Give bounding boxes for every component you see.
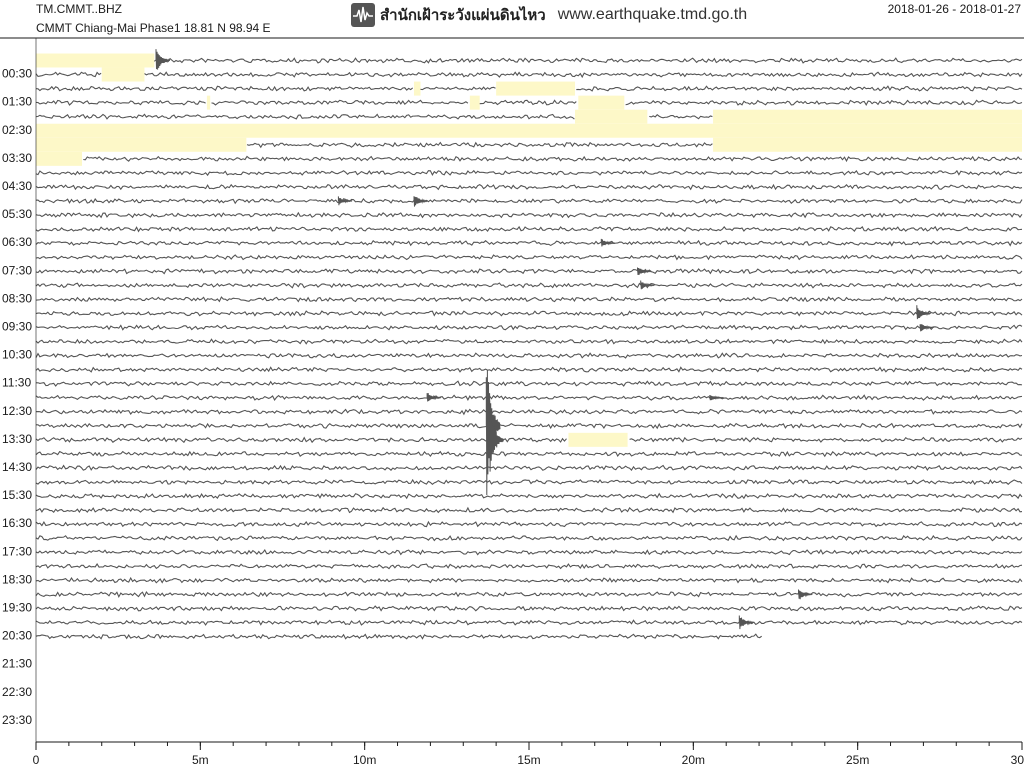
hour-label: 23:30 <box>2 713 32 727</box>
trace-line <box>35 436 1023 444</box>
trace-line <box>35 563 1023 570</box>
data-gap-band <box>578 95 625 110</box>
seismic-event <box>600 238 616 247</box>
hour-label: 21:30 <box>2 657 32 671</box>
trace-line <box>35 197 1023 205</box>
trace-line <box>35 534 1023 542</box>
data-gap-band <box>36 53 155 68</box>
data-gap-band <box>713 137 1022 152</box>
x-axis: 0 5m 10m 15m 20m 25m 30 <box>33 741 1024 767</box>
data-gap-band <box>568 432 628 447</box>
hour-label-layer: 00:30 01:30 02:30 03:30 04:30 05:30 06:30 07:30… <box>2 67 32 727</box>
seismic-event <box>155 49 171 70</box>
trace-line <box>35 296 1023 303</box>
seismic-event <box>426 393 442 402</box>
trace-line <box>35 99 1023 106</box>
x-tick-label: 30 <box>1011 753 1024 767</box>
hour-label: 10:30 <box>2 348 32 362</box>
trace-line <box>35 310 1023 317</box>
hour-label: 04:30 <box>2 179 32 193</box>
trace-line <box>35 464 1023 472</box>
seismic-event <box>709 394 724 401</box>
data-gap-band <box>206 95 211 110</box>
hour-label: 18:30 <box>2 572 32 586</box>
x-tick-label: 25m <box>846 753 869 767</box>
trace-line <box>35 408 1023 416</box>
trace-line <box>35 394 1023 401</box>
trace-line <box>35 478 1023 486</box>
data-gap-band <box>469 95 480 110</box>
hour-label: 06:30 <box>2 235 32 249</box>
hour-label: 01:30 <box>2 95 32 109</box>
seismic-event <box>738 615 754 630</box>
hour-label: 00:30 <box>2 67 32 81</box>
seismogram-svg: 00:30 01:30 02:30 03:30 04:30 05:30 06:30 07:30… <box>0 37 1024 767</box>
seismic-event <box>798 589 813 600</box>
trace-line <box>35 239 1023 247</box>
trace-line <box>35 211 1023 219</box>
seismic-event <box>919 324 935 332</box>
trace-line <box>35 576 1023 584</box>
trace-line <box>35 352 1023 359</box>
data-gap-band <box>496 81 576 96</box>
hour-label: 17:30 <box>2 544 32 558</box>
hour-label: 14:30 <box>2 460 32 474</box>
hour-label: 16:30 <box>2 516 32 530</box>
hour-label: 22:30 <box>2 685 32 699</box>
hour-label: 11:30 <box>2 376 31 390</box>
trace-line <box>35 366 1023 373</box>
seismic-event <box>637 267 652 276</box>
data-gap-band <box>101 67 145 82</box>
hour-label: 05:30 <box>2 207 32 221</box>
x-tick-label: 15m <box>517 753 540 767</box>
trace-line <box>35 520 1023 528</box>
data-gap-band <box>713 109 1022 124</box>
trace-line <box>83 155 1023 163</box>
x-tick-label: 10m <box>353 753 376 767</box>
trace-line <box>36 380 1023 387</box>
trace-line <box>35 492 1023 500</box>
hour-label: 15:30 <box>2 488 32 502</box>
hour-label: 13:30 <box>2 432 32 446</box>
trace-line <box>35 183 1023 191</box>
trace-line <box>153 57 1023 64</box>
data-gap-band <box>575 109 648 124</box>
trace-line <box>35 548 1023 556</box>
trace-line <box>35 254 1023 261</box>
trace-line <box>35 268 1023 275</box>
hour-label: 07:30 <box>2 263 32 277</box>
trace-line <box>35 590 1023 599</box>
gap-layer <box>36 53 1022 447</box>
trace-line <box>35 71 1023 79</box>
x-tick-label: 5m <box>192 753 209 767</box>
hour-label: 20:30 <box>2 629 32 643</box>
trace-line <box>35 633 763 640</box>
seismic-event <box>413 196 429 207</box>
trace-line <box>35 225 1023 233</box>
hour-label: 19:30 <box>2 600 32 614</box>
x-tick-label: 0 <box>33 753 40 767</box>
hour-label: 02:30 <box>2 123 32 137</box>
hour-label: 09:30 <box>2 319 32 333</box>
hour-label: 03:30 <box>2 151 32 165</box>
trace-line <box>35 282 1023 289</box>
hour-label: 12:30 <box>2 404 32 418</box>
trace-line <box>35 169 1023 177</box>
trace-line <box>35 605 1023 612</box>
trace-line <box>246 141 713 149</box>
trace-line <box>35 338 1023 345</box>
trace-line <box>35 324 1023 331</box>
trace-line <box>36 422 1023 430</box>
hour-label: 08:30 <box>2 291 32 305</box>
trace-line <box>35 506 1023 514</box>
x-tick-label: 20m <box>682 753 705 767</box>
trace-line <box>35 450 1023 458</box>
data-gap-band <box>36 123 1022 138</box>
data-gap-band <box>36 137 247 152</box>
seismic-event <box>337 196 353 206</box>
data-gap-band <box>413 81 421 96</box>
data-gap-band <box>36 151 83 166</box>
trace-line <box>35 619 1023 626</box>
